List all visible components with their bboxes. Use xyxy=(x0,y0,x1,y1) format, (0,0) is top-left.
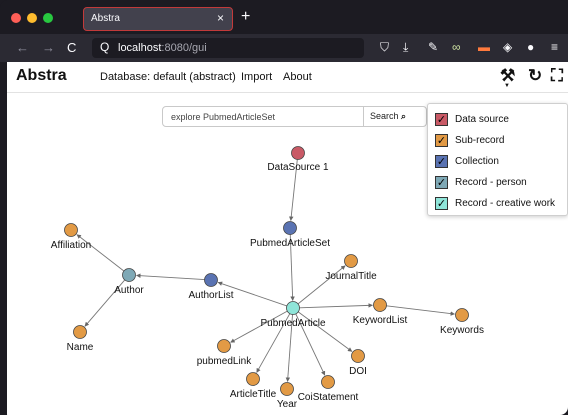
graph-node-label: DataSource 1 xyxy=(267,162,329,173)
fullscreen-icon[interactable]: ⛶ xyxy=(551,66,563,86)
graph-node[interactable] xyxy=(217,339,231,353)
graph-node-label: Keywords xyxy=(440,325,484,336)
graph-node-label: PubmedArticle xyxy=(260,318,325,329)
legend-checkbox[interactable]: ✓ xyxy=(435,155,448,168)
menu-about[interactable]: About xyxy=(283,71,312,83)
app-brand[interactable]: Abstra xyxy=(16,67,67,85)
graph-edge xyxy=(136,273,205,281)
search-box: Search ⌕ xyxy=(162,106,427,127)
graph-node-label: Affiliation xyxy=(51,240,91,251)
search-button-label: Search xyxy=(370,111,399,121)
graph-node-label: Name xyxy=(67,342,94,353)
legend-label: Sub-record xyxy=(455,135,505,146)
graph-node[interactable] xyxy=(344,254,358,268)
url-host: localhost xyxy=(118,42,162,54)
legend-label: Record - person xyxy=(455,177,527,188)
legend-label: Collection xyxy=(455,156,499,167)
glasses-icon[interactable]: ∞ xyxy=(452,40,461,54)
page-content: Abstra Database: default (abstract) Impo… xyxy=(7,62,568,415)
legend-checkbox[interactable]: ✓ xyxy=(435,134,448,147)
legend-label: Record - creative work xyxy=(455,198,556,209)
graph-node-label: CoiStatement xyxy=(298,392,359,403)
graph-edge xyxy=(386,305,456,316)
extension-icon[interactable]: ◈ xyxy=(503,40,512,54)
zoom-window-button[interactable] xyxy=(43,13,53,23)
tab-title: Abstra xyxy=(91,13,120,24)
graph-node-label: Year xyxy=(277,399,298,410)
graph-node-label: KeywordList xyxy=(353,315,408,326)
graph-node-label: PubmedArticleSet xyxy=(250,238,330,249)
back-icon[interactable]: ← xyxy=(16,40,29,55)
graph-node[interactable] xyxy=(64,223,78,237)
url-text: localhost:8080/gui xyxy=(118,42,207,54)
graph-node[interactable] xyxy=(286,301,300,315)
graph-node-label: pubmedLink xyxy=(197,356,252,367)
tab-bar: Abstra × + xyxy=(0,0,568,34)
graph-node[interactable] xyxy=(246,372,260,386)
menu-icon[interactable]: ≡ xyxy=(551,40,558,54)
menu-import[interactable]: Import xyxy=(241,71,272,83)
graph-node[interactable] xyxy=(291,146,305,160)
graph-node[interactable] xyxy=(351,349,365,363)
legend-checkbox[interactable]: ✓ xyxy=(435,113,448,126)
url-path: :8080/gui xyxy=(161,42,207,54)
cookie-icon[interactable]: ▬ xyxy=(478,40,490,54)
minimize-window-button[interactable] xyxy=(27,13,37,23)
navigation-bar: ← → C Q localhost:8080/gui ⛉ ⤓ ✎ ∞ ▬ ◈ ●… xyxy=(0,34,568,62)
graph-node[interactable] xyxy=(122,268,136,282)
graph-node[interactable] xyxy=(204,273,218,287)
refresh-icon[interactable]: ↻ xyxy=(528,66,542,86)
graph-node-label: AuthorList xyxy=(188,290,233,301)
graph-node[interactable] xyxy=(455,308,469,322)
close-window-button[interactable] xyxy=(11,13,21,23)
browser-window: Abstra × + ← → C Q localhost:8080/gui ⛉ … xyxy=(0,0,568,415)
eye-icon[interactable]: ● xyxy=(527,40,534,54)
url-bar[interactable]: Q localhost:8080/gui xyxy=(92,38,364,58)
chevron-down-icon: ▼ xyxy=(504,83,510,89)
graph-node-label: Author xyxy=(114,285,144,296)
graph-node[interactable] xyxy=(73,325,87,339)
reload-icon[interactable]: C xyxy=(67,40,76,55)
legend-checkbox[interactable]: ✓ xyxy=(435,197,448,210)
legend-checkbox[interactable]: ✓ xyxy=(435,176,448,189)
menu-database[interactable]: Database: default (abstract) xyxy=(100,71,236,83)
graph-node[interactable] xyxy=(321,375,335,389)
search-icon: Q xyxy=(100,40,110,54)
new-tab-icon[interactable]: + xyxy=(241,8,250,26)
graph-node-label: DOI xyxy=(349,366,367,377)
search-button[interactable]: Search ⌕ xyxy=(364,107,426,126)
forward-icon[interactable]: → xyxy=(42,40,55,55)
graph-node-label: ArticleTitle xyxy=(230,389,277,400)
browser-tab[interactable]: Abstra × xyxy=(83,7,233,31)
tab-close-icon[interactable]: × xyxy=(217,11,224,25)
legend-panel: ✓ Data source ✓ Sub-record ✓ Collection … xyxy=(427,103,568,216)
legend-label: Data source xyxy=(455,114,509,125)
app-header: Abstra Database: default (abstract) Impo… xyxy=(7,62,568,93)
search-input[interactable] xyxy=(163,107,371,126)
download-icon[interactable]: ⤓ xyxy=(403,40,408,55)
graph-node-label: JournalTitle xyxy=(325,271,377,282)
graph-node[interactable] xyxy=(280,382,294,396)
graph-node[interactable] xyxy=(283,221,297,235)
graph-node[interactable] xyxy=(373,298,387,312)
search-icon: ⌕ xyxy=(401,111,407,121)
graph-edge xyxy=(299,303,373,309)
wrench-icon[interactable]: ✎ xyxy=(428,40,438,54)
shield-icon[interactable]: ⛉ xyxy=(380,40,389,55)
